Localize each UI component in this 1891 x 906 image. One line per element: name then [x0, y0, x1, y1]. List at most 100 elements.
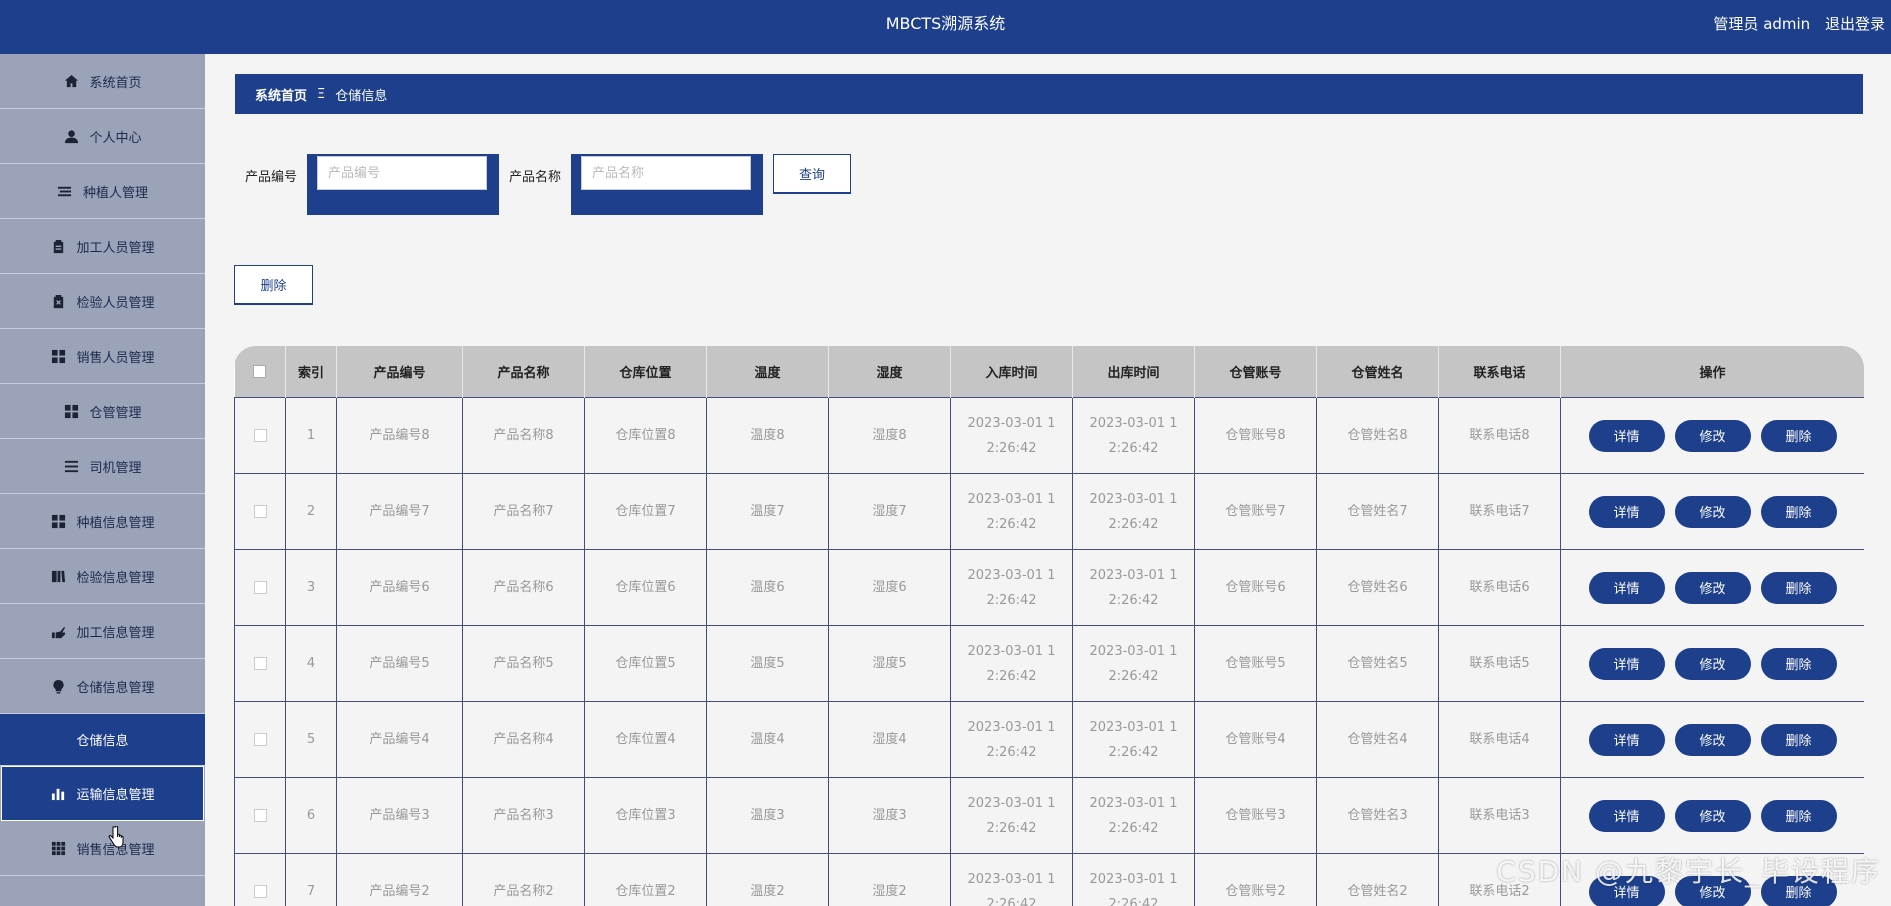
- table-cell: 湿度5: [828, 625, 951, 702]
- row-checkbox[interactable]: [253, 809, 267, 822]
- table-cell: 温度5: [706, 625, 829, 702]
- delete-row-button[interactable]: 删除: [1760, 495, 1837, 528]
- delete-row-button[interactable]: 删除: [1760, 647, 1837, 680]
- row-select-cell: [234, 777, 286, 854]
- sidebar-item-10[interactable]: 加工信息管理: [0, 604, 205, 659]
- query-button[interactable]: 查询: [773, 154, 852, 194]
- table-body: 1 产品编号8 产品名称8 仓库位置8 温度8 湿度8 2023-03-01 1 2:26:4…: [234, 397, 1864, 906]
- table-cell: 联系电话6: [1438, 549, 1561, 626]
- breadcrumb-home[interactable]: 系统首页: [255, 85, 307, 104]
- sidebar: 系统首页个人中心种植人管理 加工人员管理检验人员管理 销售人员管理仓管管理司机管理种…: [0, 54, 205, 906]
- table-cell: 5: [285, 701, 337, 778]
- detail-button[interactable]: 详情: [1588, 495, 1665, 528]
- table-row: 6 产品编号3 产品名称3 仓库位置3 温度3 湿度3 2023-03-01 1 2:26:4…: [234, 777, 1864, 854]
- sidebar-item-8[interactable]: 种植信息管理: [0, 494, 205, 549]
- column-header-0: 索引: [285, 346, 337, 398]
- detail-button[interactable]: 详情: [1588, 419, 1665, 452]
- sidebar-item-after-0[interactable]: 运输信息管理: [1, 766, 204, 821]
- home-icon: [63, 73, 79, 89]
- row-select-cell: [234, 549, 286, 626]
- batch-delete-button[interactable]: 删除: [234, 265, 313, 305]
- table-cell: 仓管账号3: [1194, 777, 1317, 854]
- table-cell: 仓管姓名8: [1316, 397, 1439, 474]
- delete-row-button[interactable]: 删除: [1760, 723, 1837, 756]
- detail-button[interactable]: 详情: [1588, 571, 1665, 604]
- sidebar-item-2[interactable]: 种植人管理: [0, 164, 205, 219]
- book-icon: [50, 568, 66, 584]
- sidebar-item-11[interactable]: 仓储信息管理: [0, 659, 205, 714]
- table-cell: 2023-03-01 1 2:26:42: [1072, 853, 1195, 906]
- breadcrumb: 系统首页 Ξ 仓储信息: [235, 74, 1863, 114]
- user-icon: [63, 128, 79, 144]
- table-cell: 2023-03-01 1 2:26:42: [950, 853, 1073, 906]
- row-checkbox[interactable]: [253, 657, 267, 670]
- hand-cursor-icon: [108, 826, 124, 848]
- table-cell: 仓管姓名5: [1316, 625, 1439, 702]
- sidebar-item-7[interactable]: 司机管理: [0, 439, 205, 494]
- sidebar-item-after-1[interactable]: 销售信息管理: [0, 821, 205, 876]
- row-checkbox[interactable]: [253, 885, 267, 898]
- table-cell: 2023-03-01 1 2:26:42: [1072, 397, 1195, 474]
- sidebar-item-label: 司机管理: [89, 460, 142, 476]
- edit-button[interactable]: 修改: [1674, 647, 1751, 680]
- delete-row-button[interactable]: 删除: [1760, 419, 1837, 452]
- sidebar-item-label: 销售人员管理: [76, 350, 155, 366]
- sidebar-item-label: 个人中心: [89, 130, 142, 146]
- table-cell: 联系电话5: [1438, 625, 1561, 702]
- hand-icon: [50, 623, 66, 639]
- sidebar-item-sub-storage-info[interactable]: 仓储信息: [0, 714, 205, 766]
- row-actions-cell: 详情 修改 删除: [1560, 473, 1864, 550]
- column-header-2: 产品名称: [462, 346, 585, 398]
- detail-button[interactable]: 详情: [1588, 723, 1665, 756]
- table-cell: 仓库位置2: [584, 853, 707, 906]
- row-checkbox[interactable]: [253, 581, 267, 594]
- table-cell: 仓管姓名7: [1316, 473, 1439, 550]
- edit-button[interactable]: 修改: [1674, 495, 1751, 528]
- delete-row-button[interactable]: 删除: [1760, 571, 1837, 604]
- sidebar-item-label: 种植信息管理: [76, 515, 155, 531]
- product-code-input[interactable]: [317, 156, 488, 190]
- product-name-search: 产品名称: [509, 154, 764, 215]
- sidebar-item-1[interactable]: 个人中心: [0, 109, 205, 164]
- sidebar-item-label: 检验人员管理: [76, 295, 155, 311]
- table-cell: 温度4: [706, 701, 829, 778]
- table-cell: 仓管账号5: [1194, 625, 1317, 702]
- sidebar-item-6[interactable]: 仓管管理: [0, 384, 205, 439]
- row-checkbox[interactable]: [253, 429, 267, 442]
- table-cell: 联系电话3: [1438, 777, 1561, 854]
- row-actions-cell: 详情 修改 删除: [1560, 777, 1864, 854]
- edit-button[interactable]: 修改: [1674, 571, 1751, 604]
- product-name-input[interactable]: [581, 156, 752, 190]
- detail-button[interactable]: 详情: [1588, 799, 1665, 832]
- table-cell: 仓库位置4: [584, 701, 707, 778]
- sidebar-item-5[interactable]: 销售人员管理: [0, 329, 205, 384]
- list-icon: [57, 183, 73, 199]
- product-name-label: 产品名称: [509, 170, 562, 185]
- table-cell: 2023-03-01 1 2:26:42: [1072, 473, 1195, 550]
- table-cell: 仓库位置6: [584, 549, 707, 626]
- table-cell: 产品编号7: [336, 473, 463, 550]
- sidebar-item-9[interactable]: 检验信息管理: [0, 549, 205, 604]
- menu-icon: [63, 458, 79, 474]
- sidebar-item-3[interactable]: 加工人员管理: [0, 219, 205, 274]
- sidebar-item-0[interactable]: 系统首页: [0, 54, 205, 109]
- table-cell: 4: [285, 625, 337, 702]
- column-header-10: 联系电话: [1438, 346, 1561, 398]
- edit-button[interactable]: 修改: [1674, 799, 1751, 832]
- apps-icon: [50, 840, 66, 856]
- row-actions-cell: 详情 修改 删除: [1560, 397, 1864, 474]
- column-header-9: 仓管姓名: [1316, 346, 1439, 398]
- edit-button[interactable]: 修改: [1674, 723, 1751, 756]
- select-all-checkbox[interactable]: [253, 365, 267, 378]
- table-cell: 仓管姓名3: [1316, 777, 1439, 854]
- row-checkbox[interactable]: [253, 733, 267, 746]
- sidebar-item-4[interactable]: 检验人员管理: [0, 274, 205, 329]
- row-checkbox[interactable]: [253, 505, 267, 518]
- delete-row-button[interactable]: 删除: [1760, 799, 1837, 832]
- column-header-11: 操作: [1560, 346, 1864, 398]
- detail-button[interactable]: 详情: [1588, 647, 1665, 680]
- column-header-3: 仓库位置: [584, 346, 707, 398]
- column-header-6: 入库时间: [950, 346, 1073, 398]
- logout-link[interactable]: 退出登录: [1825, 15, 1885, 33]
- edit-button[interactable]: 修改: [1674, 419, 1751, 452]
